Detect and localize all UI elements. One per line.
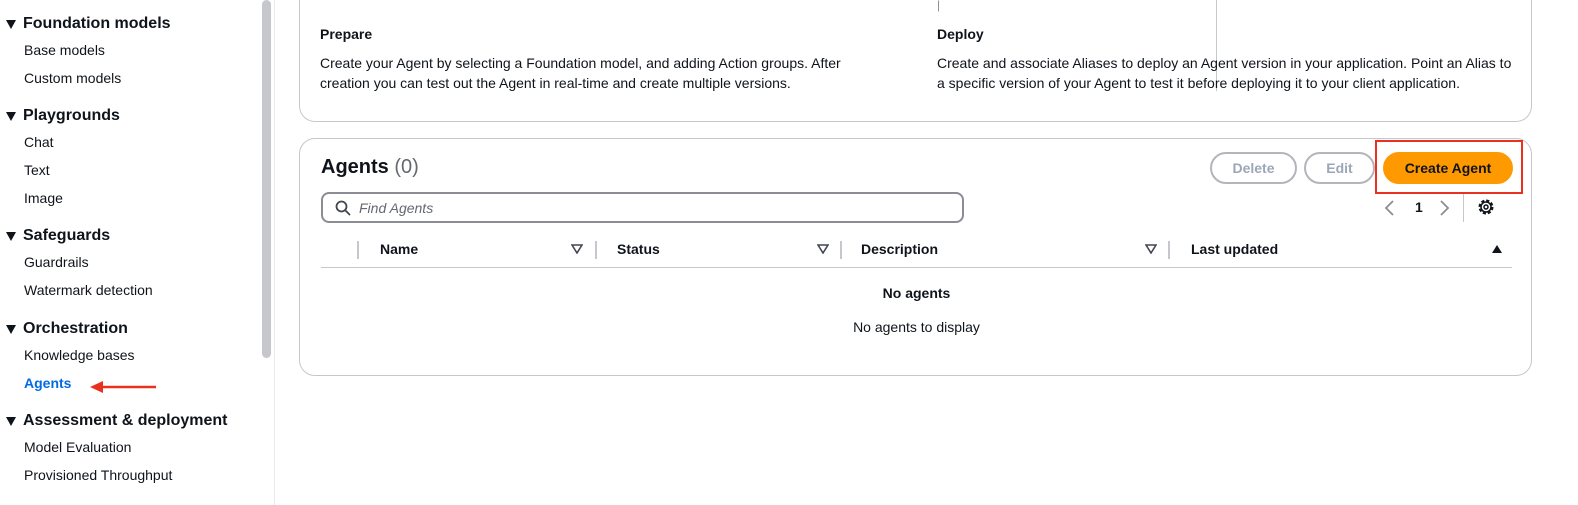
sidebar-header-label: Foundation models [23,15,171,32]
sidebar-item-custom-models[interactable]: Custom models [0,64,171,92]
bedrock-console: Foundation models Base models Custom mod… [0,0,1578,505]
sidebar-item-base-models[interactable]: Base models [0,36,171,64]
sidebar-item-chat[interactable]: Chat [0,128,120,156]
agents-title: Agents [321,156,389,178]
caret-down-icon [6,324,16,334]
search-icon [335,200,351,216]
sidebar-scrollbar[interactable] [262,0,271,358]
column-separator[interactable] [595,241,597,259]
column-separator [357,241,359,259]
gear-icon[interactable] [1476,197,1496,217]
overview-deploy-text: Create and associate Aliases to deploy a… [937,55,1512,91]
column-header-status[interactable]: Status [617,236,660,268]
deploy-icon: | | [937,0,941,12]
sidebar-item-image[interactable]: Image [0,184,120,212]
agents-overview-card: ◔ Prepare Create your Agent by selecting… [299,0,1532,122]
agents-count: (0) [394,156,419,178]
sidebar-header-label: Playgrounds [23,107,120,124]
agents-heading: Agents (0) [321,156,419,179]
sidebar-item-text[interactable]: Text [0,156,120,184]
caret-down-icon [6,416,16,426]
sidebar-divider [274,0,275,505]
overview-deploy-title: Deploy [937,26,984,42]
sidebar-section-assessment-deployment: Assessment & deployment Model Evaluation… [0,409,228,489]
sort-down-icon[interactable] [571,244,583,254]
chevron-left-icon[interactable] [1380,196,1400,220]
edit-button[interactable]: Edit [1304,152,1375,184]
annotation-arrow-icon [90,381,156,393]
sidebar-item-model-evaluation[interactable]: Model Evaluation [0,433,228,461]
sidebar-header-label: Assessment & deployment [23,412,228,429]
sidebar-item-knowledge-bases[interactable]: Knowledge bases [0,341,135,369]
delete-button[interactable]: Delete [1210,152,1297,184]
column-header-name[interactable]: Name [380,236,418,268]
sidebar-header-assessment-deployment[interactable]: Assessment & deployment [0,409,228,433]
sidebar-nav: Foundation models Base models Custom mod… [0,0,262,505]
sort-down-icon[interactable] [817,244,829,254]
empty-state-title: No agents [882,285,951,301]
sort-down-icon[interactable] [1145,244,1157,254]
caret-down-icon [6,111,16,121]
sidebar-header-safeguards[interactable]: Safeguards [0,224,153,248]
sidebar-header-label: Orchestration [23,320,128,337]
table-header-row: Name Status Description Last updated [321,236,1512,268]
sidebar-item-watermark-detection[interactable]: Watermark detection [0,276,153,304]
sidebar-section-playgrounds: Playgrounds Chat Text Image [0,104,120,212]
pagination-divider [1463,194,1464,222]
agents-table-card: Agents (0) Delete Edit Create Agent Find… [299,138,1532,376]
sidebar-header-foundation-models[interactable]: Foundation models [0,12,171,36]
search-placeholder: Find Agents [359,200,434,216]
sidebar-header-playgrounds[interactable]: Playgrounds [0,104,120,128]
caret-down-icon [6,19,16,29]
empty-state-subtitle: No agents to display [853,319,980,335]
overview-prepare-title: Prepare [320,26,373,42]
sidebar-item-guardrails[interactable]: Guardrails [0,248,153,276]
sidebar-header-orchestration[interactable]: Orchestration [0,317,135,341]
column-header-description[interactable]: Description [861,236,938,268]
sidebar-section-safeguards: Safeguards Guardrails Watermark detectio… [0,224,153,304]
column-header-last-updated[interactable]: Last updated [1191,236,1278,268]
overview-prepare-text: Create your Agent by selecting a Foundat… [320,55,841,91]
sidebar-section-foundation-models: Foundation models Base models Custom mod… [0,12,171,92]
chevron-right-icon[interactable] [1434,196,1454,220]
caret-down-icon [6,231,16,241]
search-input[interactable]: Find Agents [321,192,964,223]
sidebar-header-label: Safeguards [23,227,111,244]
sort-up-icon[interactable] [1491,244,1503,254]
column-separator[interactable] [1168,241,1170,259]
annotation-highlight-box [1375,140,1523,194]
pagination-current-page[interactable]: 1 [1415,199,1423,215]
sidebar-item-provisioned-throughput[interactable]: Provisioned Throughput [0,461,228,489]
column-separator[interactable] [840,241,842,259]
